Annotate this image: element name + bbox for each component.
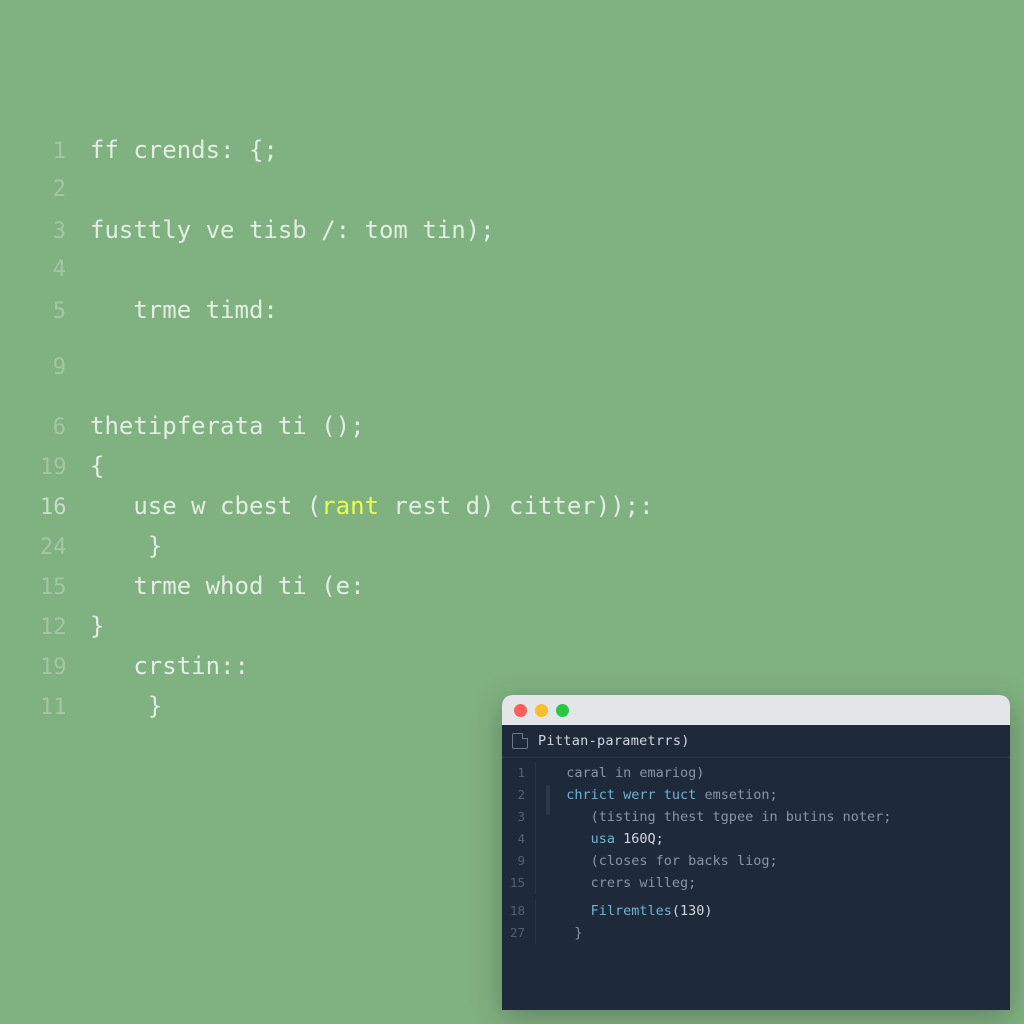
code-text: thetipferata ti ();	[90, 406, 365, 446]
line-number: 9	[502, 850, 536, 872]
code-line: 1 caral in emariog)	[502, 762, 1010, 784]
code-text: crstin::	[90, 646, 249, 686]
code-line: 15 trme whod ti (e:	[40, 566, 984, 606]
code-line: 19{	[40, 446, 984, 486]
code-text: usa 160Q;	[536, 828, 664, 850]
code-text: ff crends: {;	[90, 130, 278, 170]
line-number: 12	[40, 608, 90, 648]
code-line: 4	[40, 250, 984, 290]
code-text: (tisting thest tgpee in butins noter;	[536, 806, 891, 828]
window-body: Pittan-parametrrs) 1 caral in emariog)2 …	[502, 725, 1010, 1010]
line-number: 15	[502, 872, 536, 894]
line-number: 3	[502, 806, 536, 828]
line-number: 24	[40, 528, 90, 568]
code-line: 3 (tisting thest tgpee in butins noter;	[502, 806, 1010, 828]
code-text: caral in emariog)	[536, 762, 704, 784]
code-text: }	[90, 606, 104, 646]
window-header: Pittan-parametrrs)	[502, 725, 1010, 758]
code-line: 1ff crends: {;	[40, 130, 984, 170]
code-line: 18 Filremtles(130)	[502, 900, 1010, 922]
line-number: 27	[502, 922, 536, 944]
window-minimize-icon[interactable]	[535, 704, 548, 717]
line-number: 5	[40, 292, 90, 332]
code-line: 24 }	[40, 526, 984, 566]
code-text: crers willeg;	[536, 872, 696, 894]
line-number: 9	[40, 348, 90, 388]
code-text: chrict werr tuct emsetion;	[536, 784, 778, 806]
code-line: 4 usa 160Q;	[502, 828, 1010, 850]
line-number: 2	[40, 170, 90, 210]
code-line: 2	[40, 170, 984, 210]
line-number: 1	[40, 132, 90, 172]
scroll-indicator	[546, 785, 550, 815]
line-number: 19	[40, 448, 90, 488]
code-text: trme timd:	[90, 290, 278, 330]
line-number: 15	[40, 568, 90, 608]
window-close-icon[interactable]	[514, 704, 527, 717]
code-line: 27 }	[502, 922, 1010, 944]
window-title: Pittan-parametrrs)	[538, 733, 690, 749]
line-number: 6	[40, 408, 90, 448]
line-number: 1	[502, 762, 536, 784]
code-line: 12}	[40, 606, 984, 646]
code-line: 16 use w cbest (rant rest d) citter));:	[40, 486, 984, 526]
code-text: }	[536, 922, 583, 944]
background-code-editor: 1ff crends: {;23fusttly ve tisb /: tom t…	[40, 130, 984, 726]
code-line: 9 (closes for backs liog;	[502, 850, 1010, 872]
code-line: 19 crstin::	[40, 646, 984, 686]
line-number: 16	[40, 488, 90, 528]
code-text: use w cbest (rant rest d) citter));:	[90, 486, 654, 526]
line-number: 19	[40, 648, 90, 688]
window-titlebar[interactable]	[502, 695, 1010, 725]
code-text: fusttly ve tisb /: tom tin);	[90, 210, 495, 250]
code-text: trme whod ti (e:	[90, 566, 365, 606]
code-window: Pittan-parametrrs) 1 caral in emariog)2 …	[502, 695, 1010, 1010]
line-number: 3	[40, 212, 90, 252]
code-line: 2 chrict werr tuct emsetion;	[502, 784, 1010, 806]
code-text: }	[90, 526, 162, 566]
code-line: 15 crers willeg;	[502, 872, 1010, 894]
line-number: 18	[502, 900, 536, 922]
code-text: {	[90, 446, 104, 486]
code-text: Filremtles(130)	[536, 900, 713, 922]
code-line: 3fusttly ve tisb /: tom tin);	[40, 210, 984, 250]
code-text: }	[90, 686, 162, 726]
line-number: 4	[40, 250, 90, 290]
line-number: 2	[502, 784, 536, 806]
code-line: 9	[40, 348, 984, 388]
line-number: 11	[40, 688, 90, 728]
code-line: 5 trme timd:	[40, 290, 984, 330]
code-text: (closes for backs liog;	[536, 850, 778, 872]
window-code-area[interactable]: 1 caral in emariog)2 chrict werr tuct em…	[502, 758, 1010, 1010]
code-line: 6thetipferata ti ();	[40, 406, 984, 446]
file-icon	[512, 733, 528, 749]
window-maximize-icon[interactable]	[556, 704, 569, 717]
line-number: 4	[502, 828, 536, 850]
